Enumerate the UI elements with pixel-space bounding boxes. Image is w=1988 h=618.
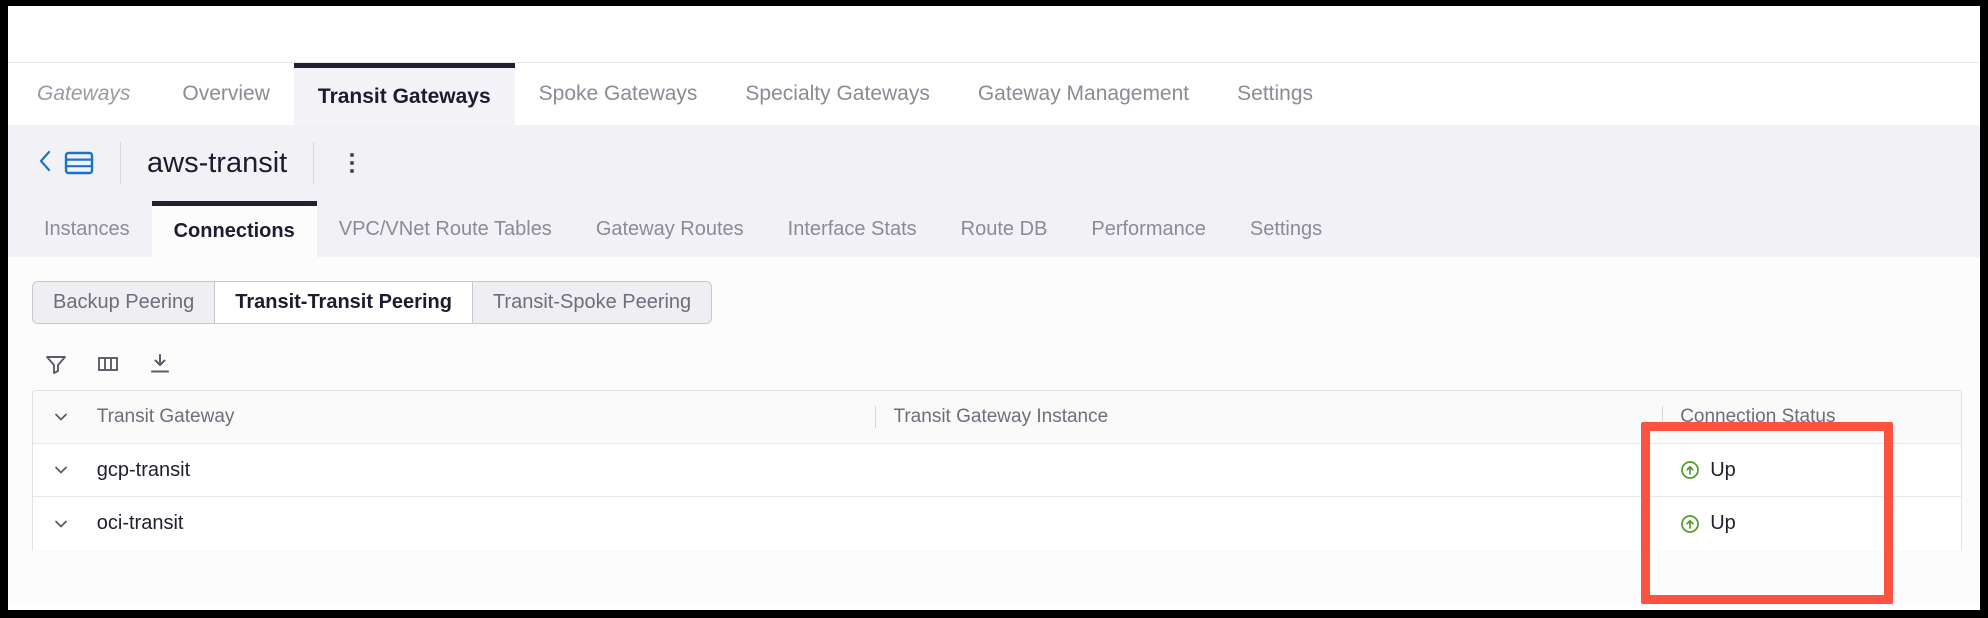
arrow-up-circle-icon (1680, 514, 1700, 534)
column-divider (875, 406, 876, 428)
subtab-instances[interactable]: Instances (22, 201, 152, 257)
gateway-header: aws-transit (8, 125, 1980, 201)
download-icon[interactable] (148, 352, 172, 376)
table-row[interactable]: oci-transit Up (33, 497, 1961, 550)
status-label: Up (1710, 512, 1736, 535)
header-transit-gateway-instance[interactable]: Transit Gateway Instance (875, 391, 1662, 443)
header-divider-right (313, 142, 314, 184)
segment-transit-transit-peering[interactable]: Transit-Transit Peering (215, 282, 473, 323)
table-toolbar (44, 352, 1980, 376)
secondary-navigation: Instances Connections VPC/VNet Route Tab… (8, 201, 1980, 257)
header-expander-cell[interactable] (33, 391, 89, 443)
tab-spoke-gateways[interactable]: Spoke Gateways (515, 63, 722, 125)
cell-transit-gateway-instance (875, 497, 1662, 550)
segment-transit-spoke-peering[interactable]: Transit-Spoke Peering (473, 282, 711, 323)
header-transit-gateway-label: Transit Gateway (97, 406, 235, 428)
subtab-performance[interactable]: Performance (1069, 201, 1228, 257)
subtab-instances-label: Instances (44, 218, 130, 241)
subtab-settings[interactable]: Settings (1228, 201, 1344, 257)
main-content: Backup Peering Transit-Transit Peering T… (8, 257, 1980, 604)
row-expander-icon[interactable] (33, 444, 89, 496)
connections-table: Transit Gateway Transit Gateway Instance… (32, 390, 1962, 550)
cell-transit-gateway-instance (875, 444, 1662, 496)
table-list-icon[interactable] (64, 150, 94, 176)
segment-backup-peering[interactable]: Backup Peering (33, 282, 215, 323)
cell-transit-gateway-value: oci-transit (97, 512, 184, 535)
kebab-dot (350, 169, 354, 173)
segment-backup-peering-label: Backup Peering (53, 291, 194, 313)
breadcrumb-gateways[interactable]: Gateways (22, 63, 158, 125)
segment-transit-transit-peering-label: Transit-Transit Peering (235, 291, 452, 313)
tab-overview[interactable]: Overview (158, 63, 294, 125)
column-divider (1662, 406, 1663, 428)
subtab-connections-label: Connections (174, 220, 295, 243)
subtab-route-db[interactable]: Route DB (939, 201, 1070, 257)
arrow-up-circle-icon (1680, 460, 1700, 480)
app-root: Gateways Overview Transit Gateways Spoke… (8, 6, 1980, 610)
table-header-row: Transit Gateway Transit Gateway Instance… (33, 391, 1961, 444)
breadcrumb-gateways-label: Gateways (37, 82, 130, 106)
primary-navigation: Gateways Overview Transit Gateways Spoke… (8, 63, 1980, 125)
page-title: aws-transit (147, 147, 287, 180)
tab-gateway-management[interactable]: Gateway Management (954, 63, 1213, 125)
cell-connection-status: Up (1662, 497, 1961, 550)
cell-transit-gateway-value: gcp-transit (97, 459, 190, 482)
tab-settings-label: Settings (1237, 82, 1313, 106)
subtab-vpc-vnet-route-tables[interactable]: VPC/VNet Route Tables (317, 201, 574, 257)
tab-transit-gateways[interactable]: Transit Gateways (294, 63, 515, 125)
kebab-menu-icon[interactable] (340, 147, 364, 179)
header-connection-status[interactable]: Connection Status (1662, 391, 1961, 443)
header-transit-gateway[interactable]: Transit Gateway (89, 391, 876, 443)
peering-type-segmented-control: Backup Peering Transit-Transit Peering T… (32, 281, 712, 324)
header-connection-status-label: Connection Status (1680, 406, 1835, 428)
tab-specialty-gateways[interactable]: Specialty Gateways (721, 63, 953, 125)
tab-spoke-gateways-label: Spoke Gateways (539, 82, 698, 106)
chevron-left-icon[interactable] (32, 145, 58, 182)
columns-icon[interactable] (96, 352, 120, 376)
subtab-settings-label: Settings (1250, 218, 1322, 241)
subtab-gateway-routes[interactable]: Gateway Routes (574, 201, 766, 257)
tab-transit-gateways-label: Transit Gateways (318, 85, 491, 109)
tab-overview-label: Overview (182, 82, 270, 106)
tab-specialty-gateways-label: Specialty Gateways (745, 82, 929, 106)
segment-transit-spoke-peering-label: Transit-Spoke Peering (493, 291, 691, 313)
row-expander-icon[interactable] (33, 497, 89, 550)
subtab-connections[interactable]: Connections (152, 201, 317, 257)
kebab-dot (350, 153, 354, 157)
status-badge: Up (1680, 512, 1736, 535)
subtab-interface-stats-label: Interface Stats (788, 218, 917, 241)
tab-gateway-management-label: Gateway Management (978, 82, 1189, 106)
header-transit-gateway-instance-label: Transit Gateway Instance (893, 406, 1108, 428)
filter-icon[interactable] (44, 352, 68, 376)
cell-connection-status: Up (1662, 444, 1961, 496)
cell-transit-gateway: oci-transit (89, 497, 876, 550)
cell-transit-gateway: gcp-transit (89, 444, 876, 496)
table-row[interactable]: gcp-transit Up (33, 444, 1961, 497)
kebab-dot (350, 161, 354, 165)
tab-settings[interactable]: Settings (1213, 63, 1337, 125)
top-strip (8, 6, 1980, 63)
subtab-gateway-routes-label: Gateway Routes (596, 218, 744, 241)
subtab-vpc-vnet-route-tables-label: VPC/VNet Route Tables (339, 218, 552, 241)
header-divider-left (120, 142, 121, 184)
status-badge: Up (1680, 459, 1736, 482)
status-label: Up (1710, 459, 1736, 482)
subtab-route-db-label: Route DB (961, 218, 1048, 241)
subtab-performance-label: Performance (1091, 218, 1206, 241)
subtab-interface-stats[interactable]: Interface Stats (766, 201, 939, 257)
